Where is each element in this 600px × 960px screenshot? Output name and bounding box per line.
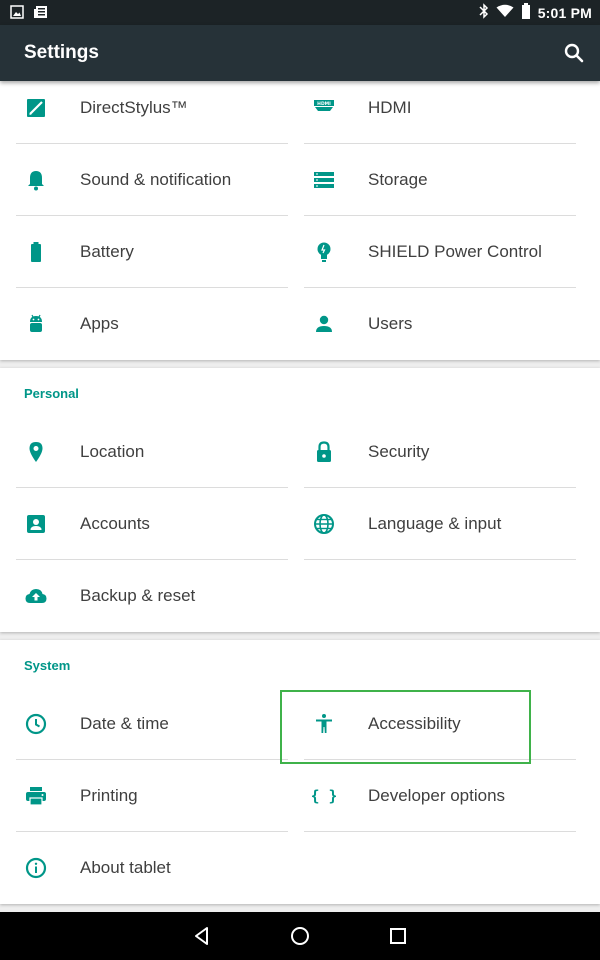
wifi-icon [496, 4, 514, 21]
back-icon[interactable] [190, 924, 214, 948]
setting-label: HDMI [368, 98, 412, 117]
setting-users[interactable]: Users [304, 288, 576, 360]
navigation-bar [0, 912, 600, 960]
svg-text:HDMI: HDMI [317, 101, 331, 107]
android-icon [24, 312, 48, 336]
app-bar: Settings [0, 25, 600, 81]
system-section: System Date & time Accessibility Printin… [0, 640, 600, 904]
setting-directstylus[interactable]: DirectStylus™ [16, 72, 288, 144]
setting-label: Sound & notification [80, 170, 232, 189]
bulb-icon [312, 240, 336, 264]
setting-language-input[interactable]: Language & input [304, 488, 576, 560]
setting-security[interactable]: Security [304, 416, 576, 488]
image-icon [10, 5, 24, 24]
info-icon [24, 856, 48, 880]
setting-label: Developer options [368, 786, 506, 805]
cloud-upload-icon [24, 584, 48, 608]
setting-storage[interactable]: Storage [304, 144, 576, 216]
setting-label: Battery [80, 242, 134, 261]
setting-shield-power-control[interactable]: SHIELD Power Control [304, 216, 576, 288]
setting-label: Printing [80, 786, 138, 805]
setting-label: Users [368, 314, 413, 333]
setting-label: Date & time [80, 714, 169, 733]
section-header: Personal [24, 386, 79, 401]
setting-date-time[interactable]: Date & time [16, 688, 288, 760]
bluetooth-icon [479, 3, 489, 22]
device-section: DirectStylus™ HDMI HDMI Sound & notifica… [0, 72, 600, 360]
setting-label: Accounts [80, 514, 150, 533]
account-box-icon [24, 512, 48, 536]
status-bar: 5:01 PM [0, 0, 600, 25]
clock-icon [24, 712, 48, 736]
setting-label: DirectStylus™ [80, 98, 188, 117]
divider [304, 559, 576, 560]
setting-developer-options[interactable]: { } Developer options [304, 760, 576, 832]
battery-icon [24, 240, 48, 264]
personal-section: Personal Location Security Accounts Lang… [0, 368, 600, 632]
setting-label: Language & input [368, 514, 502, 533]
status-time: 5:01 PM [537, 4, 592, 21]
setting-about-tablet[interactable]: About tablet [16, 832, 288, 904]
divider [304, 831, 576, 832]
globe-icon [312, 512, 336, 536]
setting-location[interactable]: Location [16, 416, 288, 488]
setting-battery[interactable]: Battery [16, 216, 288, 288]
recents-icon[interactable] [386, 924, 410, 948]
setting-hdmi[interactable]: HDMI HDMI [304, 72, 576, 144]
stylus-icon [24, 96, 48, 120]
bell-icon [24, 168, 48, 192]
home-icon[interactable] [288, 924, 312, 948]
setting-label: Security [368, 442, 430, 461]
lock-icon [312, 440, 336, 464]
setting-label: Backup & reset [80, 586, 196, 605]
person-icon [312, 312, 336, 336]
search-icon[interactable] [562, 41, 586, 65]
storage-icon [312, 168, 336, 192]
section-header: System [24, 658, 71, 673]
highlight-box [280, 690, 531, 764]
setting-backup-reset[interactable]: Backup & reset [16, 560, 288, 632]
printer-icon [24, 784, 48, 808]
setting-printing[interactable]: Printing [16, 760, 288, 832]
setting-label: Location [80, 442, 145, 461]
page-title: Settings [24, 42, 99, 63]
location-pin-icon [24, 440, 48, 464]
setting-label: Apps [80, 314, 119, 333]
battery-icon [521, 3, 531, 22]
setting-label: Storage [368, 170, 428, 189]
setting-accounts[interactable]: Accounts [16, 488, 288, 560]
hdmi-icon: HDMI [312, 96, 336, 120]
setting-apps[interactable]: Apps [16, 288, 288, 360]
svg-text:{ }: { } [312, 787, 336, 805]
setting-label: SHIELD Power Control [368, 242, 542, 261]
setting-sound-notification[interactable]: Sound & notification [16, 144, 288, 216]
braces-icon: { } [312, 784, 336, 808]
news-icon [34, 5, 48, 24]
setting-label: About tablet [80, 858, 171, 877]
